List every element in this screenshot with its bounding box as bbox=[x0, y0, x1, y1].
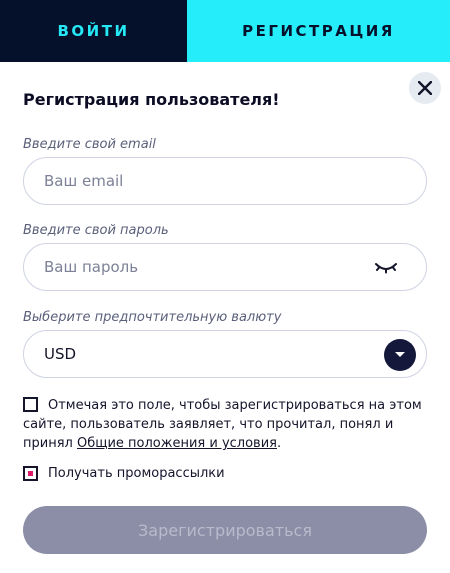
currency-value: USD bbox=[44, 345, 77, 363]
terms-checkbox[interactable] bbox=[23, 397, 38, 412]
chevron-down-icon bbox=[395, 352, 405, 357]
promo-label: Получать проморассылки bbox=[48, 466, 225, 481]
terms-end: . bbox=[276, 436, 282, 451]
terms-link[interactable]: Общие положения и условия bbox=[77, 436, 277, 451]
promo-checkbox[interactable] bbox=[23, 466, 38, 481]
currency-dropdown-button[interactable] bbox=[384, 339, 416, 371]
auth-tabs: ВОЙТИ РЕГИСТРАЦИЯ bbox=[0, 0, 450, 62]
email-field[interactable] bbox=[44, 172, 406, 190]
tab-login[interactable]: ВОЙТИ bbox=[0, 0, 187, 62]
tab-register[interactable]: РЕГИСТРАЦИЯ bbox=[187, 0, 450, 62]
close-icon bbox=[418, 81, 432, 95]
show-password-button[interactable] bbox=[374, 259, 398, 281]
page-title: Регистрация пользователя! bbox=[23, 90, 280, 109]
eye-closed-icon bbox=[375, 263, 397, 274]
register-button[interactable]: Зарегистрироваться bbox=[23, 506, 427, 554]
close-button[interactable] bbox=[409, 72, 441, 104]
promo-option: Получать проморассылки bbox=[23, 466, 225, 481]
email-field-wrapper bbox=[23, 157, 427, 205]
currency-label: Выберите предпочтительную валюту bbox=[23, 310, 282, 325]
password-field[interactable] bbox=[44, 258, 406, 276]
email-label: Введите свой email bbox=[23, 137, 156, 152]
password-label: Введите свой пароль bbox=[23, 223, 169, 238]
terms-block: Отмечая это поле, чтобы зарегистрировать… bbox=[23, 396, 433, 453]
currency-select[interactable]: USD bbox=[23, 330, 427, 378]
password-field-wrapper bbox=[23, 243, 427, 291]
